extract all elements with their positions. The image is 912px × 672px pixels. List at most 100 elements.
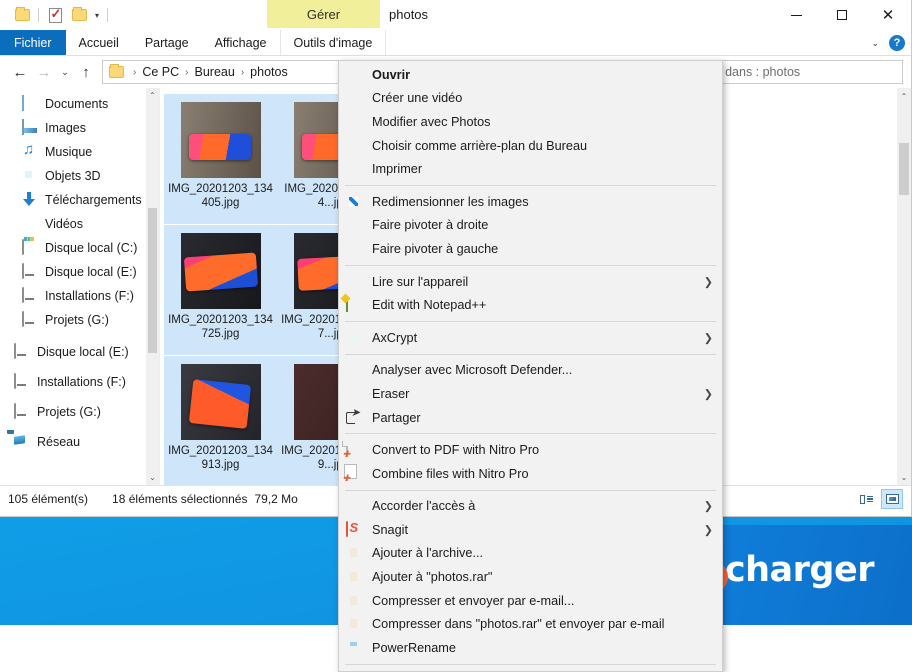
sidebar-item-installations-f-root[interactable]: Installations (F:) bbox=[0, 370, 159, 394]
sidebar-item-projets-g-root[interactable]: Projets (G:) bbox=[0, 400, 159, 424]
menu-item-compresser-et-envoyer-par-email[interactable]: Compresser et envoyer par e-mail... bbox=[339, 589, 722, 613]
toolbar-divider-1 bbox=[38, 8, 39, 22]
tab-outils-d-image[interactable]: Outils d'image bbox=[280, 30, 387, 55]
sidebar-item-reseau[interactable]: Réseau bbox=[0, 430, 159, 454]
sidebar-item-videos[interactable]: Vidéos bbox=[0, 212, 159, 236]
thumbnail bbox=[181, 233, 261, 309]
context-menu[interactable]: Ouvrir Créer une vidéo Modifier avec Pho… bbox=[338, 60, 723, 672]
tab-partage[interactable]: Partage bbox=[132, 30, 202, 55]
menu-item-accorder-l-acces-a[interactable]: Accorder l'accès à❯ bbox=[339, 495, 722, 519]
large-icons-view-button[interactable] bbox=[881, 489, 903, 509]
scrollbar-thumb[interactable] bbox=[899, 143, 909, 195]
sidebar-item-disque-local-e-root[interactable]: Disque local (E:) bbox=[0, 340, 159, 364]
no-icon bbox=[346, 241, 362, 257]
properties-icon[interactable] bbox=[43, 3, 67, 27]
sidebar-item-label: Objets 3D bbox=[45, 169, 101, 183]
menu-item-lire-sur-l-appareil[interactable]: Lire sur l'appareil❯ bbox=[339, 270, 722, 294]
menu-item-label: Faire pivoter à gauche bbox=[372, 242, 498, 256]
menu-item-snagit[interactable]: Snagit❯ bbox=[339, 518, 722, 542]
details-view-button[interactable] bbox=[855, 489, 877, 509]
maximize-button[interactable] bbox=[819, 0, 865, 30]
sidebar-item-disque-local-c[interactable]: Disque local (C:) bbox=[0, 236, 159, 260]
notepadpp-icon bbox=[346, 297, 362, 313]
selection-size-label: 79,2 Mo bbox=[254, 492, 297, 506]
new-folder-icon[interactable] bbox=[10, 3, 34, 27]
menu-item-label: Modifier avec Photos bbox=[372, 115, 490, 129]
menu-item-redimensionner-les-images[interactable]: Redimensionner les images bbox=[339, 190, 722, 214]
scroll-up-icon[interactable]: ⌃ bbox=[146, 88, 159, 103]
breadcrumb-ce-pc[interactable]: Ce PC bbox=[142, 65, 179, 79]
forward-button[interactable]: → bbox=[32, 60, 56, 84]
file-name: IMG_20201203_134405.jpg bbox=[168, 182, 273, 210]
menu-item-ajouter-a-l-archive[interactable]: Ajouter à l'archive... bbox=[339, 542, 722, 566]
sidebar-item-projets-g[interactable]: Projets (G:) bbox=[0, 308, 159, 332]
file-item[interactable]: IMG_20201203_134913.jpg bbox=[164, 356, 277, 485]
tab-affichage[interactable]: Affichage bbox=[202, 30, 280, 55]
customize-caret-icon[interactable]: ▾ bbox=[91, 11, 103, 20]
no-icon bbox=[346, 217, 362, 233]
menu-item-edit-with-notepadpp[interactable]: Edit with Notepad++ bbox=[339, 293, 722, 317]
breadcrumb-photos[interactable]: photos bbox=[250, 65, 288, 79]
menu-item-ouvrir[interactable]: Ouvrir bbox=[339, 63, 722, 87]
close-button[interactable]: ✕ bbox=[865, 0, 911, 30]
file-name: IMG_20201203_134913.jpg bbox=[168, 444, 273, 472]
menu-item-analyser-avec-microsoft-defender[interactable]: Analyser avec Microsoft Defender... bbox=[339, 359, 722, 383]
pictures-icon bbox=[22, 120, 38, 136]
sidebar-item-objets-3d[interactable]: Objets 3D bbox=[0, 164, 159, 188]
menu-item-faire-pivoter-a-gauche[interactable]: Faire pivoter à gauche bbox=[339, 237, 722, 261]
scroll-down-icon[interactable]: ⌄ bbox=[146, 470, 159, 485]
menu-item-modifier-avec-photos[interactable]: Modifier avec Photos bbox=[339, 110, 722, 134]
sidebar-item-disque-local-e[interactable]: Disque local (E:) bbox=[0, 260, 159, 284]
sidebar-item-telechargements[interactable]: Téléchargements bbox=[0, 188, 159, 212]
chevron-right-icon: ❯ bbox=[704, 523, 713, 536]
menu-item-powerrename[interactable]: PowerRename bbox=[339, 636, 722, 660]
chevron-down-icon[interactable]: ⌄ bbox=[871, 38, 879, 49]
menu-item-compresser-dans-photos-rar-et-envoyer-par-email[interactable]: Compresser dans "photos.rar" et envoyer … bbox=[339, 612, 722, 636]
sidebar-item-musique[interactable]: Musique bbox=[0, 140, 159, 164]
recent-locations-button[interactable]: ⌄ bbox=[56, 60, 74, 84]
menu-item-faire-pivoter-a-droite[interactable]: Faire pivoter à droite bbox=[339, 214, 722, 238]
tab-accueil[interactable]: Accueil bbox=[66, 30, 132, 55]
menu-item-ajouter-a-photos-rar[interactable]: Ajouter à "photos.rar" bbox=[339, 565, 722, 589]
no-icon bbox=[346, 138, 362, 154]
back-button[interactable]: ← bbox=[8, 60, 32, 84]
sidebar-item-label: Installations (F:) bbox=[37, 375, 126, 389]
menu-item-convert-to-pdf-with-nitro-pro[interactable]: Convert to PDF with Nitro Pro bbox=[339, 438, 722, 462]
folder-icon[interactable] bbox=[67, 3, 91, 27]
scrollbar-thumb[interactable] bbox=[148, 208, 157, 353]
menu-separator bbox=[345, 185, 716, 186]
title-bar: ▾ Gérer photos ✕ bbox=[0, 0, 911, 30]
menu-item-creer-une-video[interactable]: Créer une vidéo bbox=[339, 87, 722, 111]
network-icon bbox=[14, 434, 30, 450]
sidebar-item-label: Projets (G:) bbox=[45, 313, 109, 327]
up-button[interactable]: ↑ bbox=[74, 60, 98, 84]
menu-item-label: Analyser avec Microsoft Defender... bbox=[372, 363, 572, 377]
file-item[interactable]: IMG_20201203_134405.jpg bbox=[164, 94, 277, 224]
menu-item-partager[interactable]: Partager bbox=[339, 406, 722, 430]
menu-item-combine-files-with-nitro-pro[interactable]: Combine files with Nitro Pro bbox=[339, 462, 722, 486]
file-list-scrollbar[interactable]: ⌃ ⌄ bbox=[897, 88, 911, 485]
menu-item-eraser[interactable]: Eraser❯ bbox=[339, 382, 722, 406]
help-icon[interactable]: ? bbox=[889, 35, 905, 51]
menu-item-label: Combine files with Nitro Pro bbox=[372, 467, 529, 481]
tab-partage-label: Partage bbox=[145, 36, 189, 50]
menu-item-axcrypt[interactable]: AxCrypt❯ bbox=[339, 326, 722, 350]
drive-icon bbox=[22, 312, 38, 328]
menu-item-choisir-arriere-plan[interactable]: Choisir comme arrière-plan du Bureau bbox=[339, 134, 722, 158]
sidebar-item-documents[interactable]: Documents bbox=[0, 92, 159, 116]
file-item[interactable]: IMG_20201203_134725.jpg bbox=[164, 225, 277, 355]
navigation-pane-scrollbar[interactable]: ⌃ ⌄ bbox=[146, 88, 159, 485]
menu-item-imprimer[interactable]: Imprimer bbox=[339, 157, 722, 181]
scroll-down-icon[interactable]: ⌄ bbox=[897, 469, 911, 485]
menu-item-label: Faire pivoter à droite bbox=[372, 218, 488, 232]
breadcrumb-bureau[interactable]: Bureau bbox=[195, 65, 235, 79]
menu-item-label: Imprimer bbox=[372, 162, 422, 176]
sidebar-item-images[interactable]: Images bbox=[0, 116, 159, 140]
minimize-button[interactable] bbox=[773, 0, 819, 30]
tab-fichier[interactable]: Fichier bbox=[0, 30, 66, 55]
sidebar-item-label: Disque local (E:) bbox=[37, 345, 129, 359]
menu-item-label: PowerRename bbox=[372, 641, 456, 655]
scroll-up-icon[interactable]: ⌃ bbox=[897, 88, 911, 104]
thumbnail bbox=[181, 102, 261, 178]
sidebar-item-installations-f[interactable]: Installations (F:) bbox=[0, 284, 159, 308]
